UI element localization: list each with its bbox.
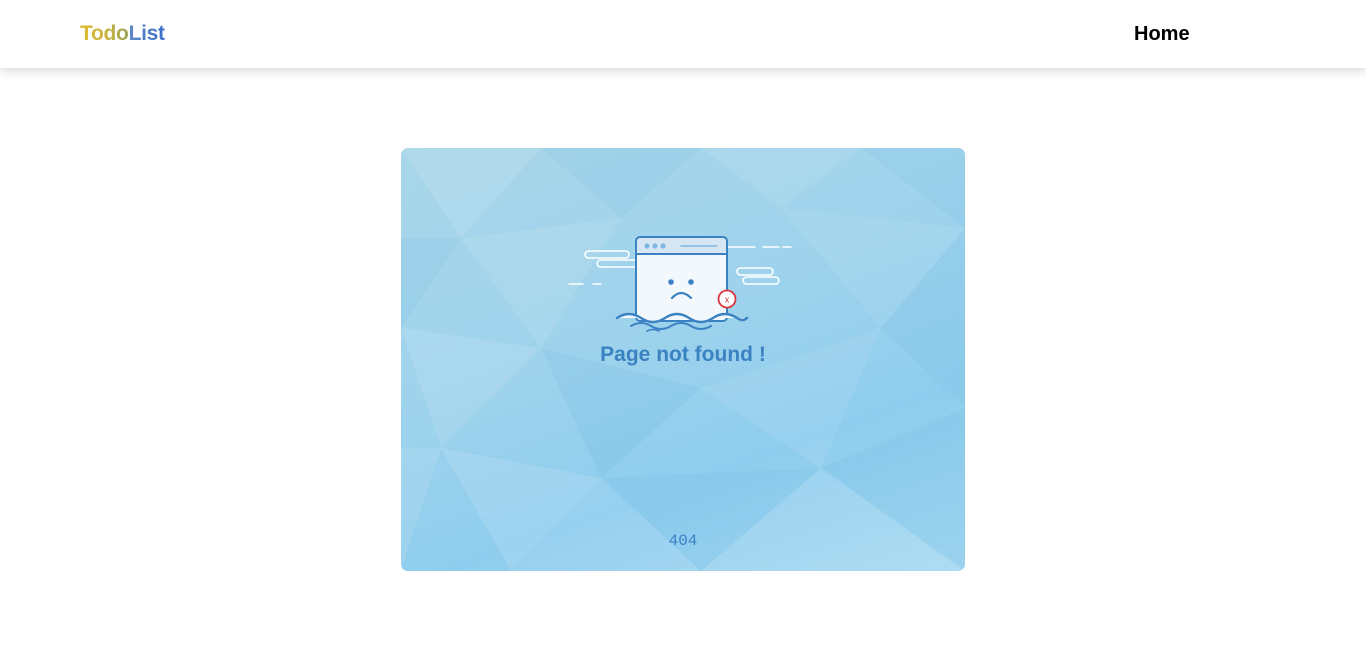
sad-browser-window-icon: x — [568, 236, 792, 332]
page-not-found-title: Page not found ! — [600, 343, 766, 366]
error-badge-mark: x — [725, 295, 730, 305]
brand-logo[interactable]: TodoList — [80, 22, 165, 46]
error-card: x Page not found ! 404 — [401, 148, 965, 571]
navbar: TodoList Home — [0, 0, 1366, 68]
brand-list-text: List — [128, 22, 165, 45]
nav-home-link[interactable]: Home — [1134, 23, 1190, 46]
error-code: 404 — [668, 532, 698, 550]
brand-todo-text: Todo — [80, 22, 129, 45]
